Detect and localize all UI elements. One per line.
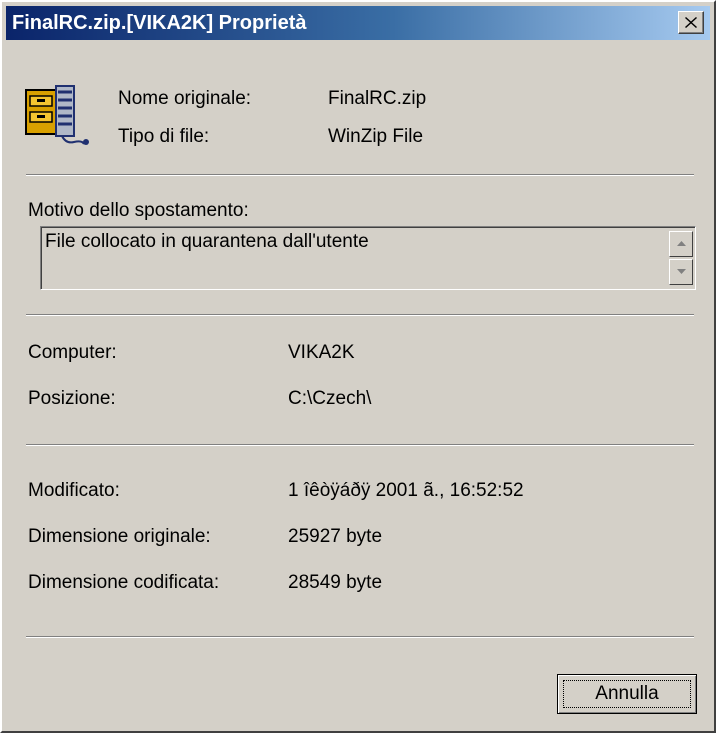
modified-value: 1 îêòÿáðÿ 2001 ã., 16:52:52 — [288, 480, 524, 501]
original-name-value: FinalRC.zip — [328, 88, 427, 109]
separator — [26, 444, 694, 446]
window-title: FinalRC.zip.[VIKA2K] Proprietà — [12, 12, 307, 34]
cancel-button[interactable]: Annulla — [557, 674, 697, 714]
arrow-up-icon — [677, 241, 686, 246]
encoded-size-value: 28549 byte — [288, 572, 383, 593]
original-name-label: Nome originale: — [118, 88, 252, 109]
separator — [26, 174, 694, 176]
arrow-down-icon — [677, 269, 686, 274]
position-label: Posizione: — [28, 388, 116, 409]
separator — [26, 314, 694, 316]
encoded-size-label: Dimensione codificata: — [28, 572, 220, 593]
close-icon — [685, 17, 697, 28]
file-type-value: WinZip File — [328, 126, 424, 147]
cancel-button-label: Annulla — [595, 683, 659, 704]
original-size-value: 25927 byte — [288, 526, 383, 547]
move-reason-text: File collocato in quarantena dall'utente — [45, 231, 369, 252]
original-size-label: Dimensione originale: — [28, 526, 211, 547]
winzip-archive-icon — [25, 85, 89, 145]
computer-label: Computer: — [28, 342, 117, 363]
modified-label: Modificato: — [28, 480, 120, 501]
move-reason-label: Motivo dello spostamento: — [28, 200, 249, 221]
properties-dialog: FinalRC.zip.[VIKA2K] Proprietà Nome orig… — [0, 0, 716, 733]
computer-value: VIKA2K — [288, 342, 355, 363]
separator — [26, 636, 694, 638]
vertical-scrollbar[interactable] — [669, 229, 693, 287]
position-value: C:\Czech\ — [288, 388, 372, 409]
scroll-down-button[interactable] — [669, 259, 693, 285]
scroll-up-button[interactable] — [669, 231, 693, 257]
file-type-label: Tipo di file: — [118, 126, 210, 147]
title-bar[interactable]: FinalRC.zip.[VIKA2K] Proprietà — [6, 6, 710, 40]
close-button[interactable] — [678, 11, 704, 34]
move-reason-textbox[interactable]: File collocato in quarantena dall'utente — [40, 226, 696, 290]
